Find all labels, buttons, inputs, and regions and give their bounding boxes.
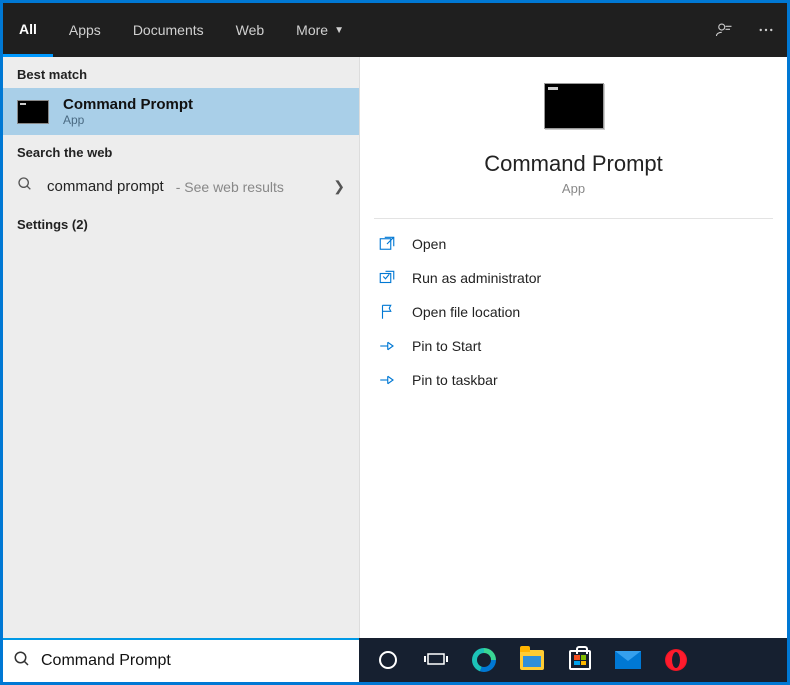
chevron-right-icon: ❯ [333,178,345,195]
start-search-window: All Apps Documents Web More▼ Best match … [3,3,787,682]
taskbar-app-mail[interactable] [605,640,651,680]
preview-title: Command Prompt [484,151,663,177]
results-pane: Best match Command Prompt App Search the… [3,57,359,682]
best-match-result[interactable]: Command Prompt App [3,88,359,135]
divider [374,218,773,219]
preview-pane: Command Prompt App Open Run as administr… [359,57,787,682]
tab-apps[interactable]: Apps [53,3,117,57]
taskbar-app-explorer[interactable] [509,640,555,680]
search-icon [17,176,35,197]
edge-icon [472,648,496,672]
search-body: Best match Command Prompt App Search the… [3,57,787,682]
feedback-icon[interactable] [703,3,745,57]
action-pin-taskbar[interactable]: Pin to taskbar [374,363,773,397]
search-web-label: Search the web [3,135,359,166]
web-hint: - See web results [176,179,284,195]
web-result[interactable]: command prompt - See web results ❯ [3,166,359,207]
best-match-label: Best match [3,57,359,88]
preview-hero: Command Prompt App [360,83,787,196]
action-run-admin[interactable]: Run as administrator [374,261,773,295]
action-open-file-location[interactable]: Open file location [374,295,773,329]
more-options-icon[interactable] [745,3,787,57]
settings-label[interactable]: Settings (2) [3,207,359,238]
preview-subtitle: App [562,181,585,196]
search-input[interactable] [41,652,349,670]
web-query: command prompt [47,178,164,195]
taskbar-app-opera[interactable] [653,640,699,680]
tab-more[interactable]: More▼ [280,3,360,57]
action-open[interactable]: Open [374,227,773,261]
search-filter-header: All Apps Documents Web More▼ [3,3,787,57]
result-title: Command Prompt [63,96,193,113]
command-prompt-icon [17,100,49,124]
tab-documents[interactable]: Documents [117,3,220,57]
task-view-button[interactable] [413,640,459,680]
tab-web[interactable]: Web [220,3,281,57]
preview-actions: Open Run as administrator Open file loca… [360,227,787,397]
search-icon [13,650,31,673]
folder-icon [520,650,544,670]
mail-icon [615,651,641,669]
chevron-down-icon: ▼ [334,25,344,36]
bottom-bar [3,638,787,682]
search-bar[interactable] [3,638,359,682]
taskbar-app-store[interactable] [557,640,603,680]
taskbar-app-edge[interactable] [461,640,507,680]
action-pin-start[interactable]: Pin to Start [374,329,773,363]
command-prompt-icon [544,83,604,129]
store-icon [569,650,591,670]
taskbar [359,638,787,682]
tab-all[interactable]: All [3,3,53,57]
opera-icon [665,649,687,671]
cortana-button[interactable] [365,640,411,680]
circle-icon [379,651,397,669]
task-view-icon [424,648,448,672]
result-subtitle: App [63,113,193,127]
